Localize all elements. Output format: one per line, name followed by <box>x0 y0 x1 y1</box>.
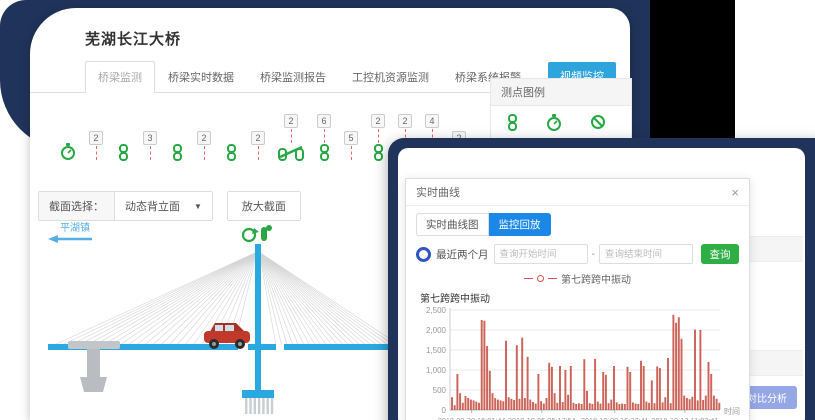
alarm-dash-icon <box>96 146 97 160</box>
secondary-window: 测点图例 温度 （9） 对比分析 对比分析 监测点列表 实时曲线 <box>388 138 815 420</box>
chain-sensor-icon <box>319 144 330 161</box>
chevron-down-icon: ▼ <box>194 202 202 211</box>
modal-tabs: 实时曲线图 监控回放 <box>416 213 739 236</box>
sensor-cell-stopwatch[interactable] <box>60 143 76 161</box>
sensor-cell-dash[interactable]: 2 <box>251 131 265 161</box>
realtime-curve-modal: 实时曲线 × 实时曲线图 监控回放 最近两个月 - 查 <box>405 178 750 420</box>
svg-text:时间: 时间 <box>724 406 740 416</box>
svg-text:2,500: 2,500 <box>426 306 447 315</box>
chain-sensor-icon <box>118 144 129 161</box>
svg-text:1,000: 1,000 <box>426 366 447 375</box>
bridge-tower <box>255 244 261 392</box>
recent-two-months-radio[interactable] <box>416 247 431 262</box>
alarm-dash-icon <box>378 129 379 143</box>
page-title: 芜湖长江大桥 <box>85 28 630 49</box>
chain-sensor-icon <box>507 114 518 131</box>
sensor-cell-dash[interactable]: 3 <box>143 131 157 161</box>
svg-text:1,500: 1,500 <box>426 346 447 355</box>
bearing-sensor-icon <box>278 144 304 161</box>
query-end-time-input[interactable] <box>599 244 693 264</box>
sensor-cell-chain[interactable] <box>224 144 238 161</box>
alarm-dash-icon <box>291 129 292 143</box>
alarm-dash-icon <box>150 146 151 160</box>
bridge-deck-right <box>284 344 402 350</box>
sensor-cell-chain[interactable] <box>116 144 130 161</box>
sensor-count-badge: 2 <box>197 131 210 145</box>
wind-sensor-icon <box>261 225 272 241</box>
sensor-cell-chain[interactable]: 2 <box>371 114 385 161</box>
legend-marker-icon <box>524 278 533 279</box>
modal-title: 实时曲线 <box>416 184 460 200</box>
legend-series-label: 第七跨跨中振动 <box>561 271 631 286</box>
main-tab-0[interactable]: 桥梁监测 <box>85 61 155 93</box>
legend-panel-icons <box>491 106 631 142</box>
vibration-chart: 0 500 1,000 1,500 2,000 2,500 2018-09-30 16:01… <box>416 305 748 420</box>
svg-text:2,000: 2,000 <box>426 326 447 335</box>
sensor-cell-dash[interactable]: 2 <box>197 131 211 161</box>
rotation-sensor-icon <box>243 228 259 241</box>
main-tab-1[interactable]: 桥梁实时数据 <box>155 61 247 93</box>
modal-body: 实时曲线图 监控回放 最近两个月 - 查询 <box>406 206 749 420</box>
modal-titlebar: 实时曲线 × <box>406 179 749 206</box>
screenshot-stage: 芜湖长江大桥 桥梁监测桥梁实时数据桥梁监测报告工控机资源监测桥梁系统报警视频监控… <box>0 0 815 420</box>
main-tab-3[interactable]: 工控机资源监测 <box>339 61 442 93</box>
tower-foundation <box>242 390 274 414</box>
svg-text:2018-09-30 16:01:44: 2018-09-30 16:01:44 <box>438 416 506 420</box>
bridge-schematic: 平湖镇 <box>30 216 402 420</box>
left-pier <box>68 341 120 392</box>
svg-text:2018-10-09 15:27:41: 2018-10-09 15:27:41 <box>581 416 649 420</box>
direction-arrow-icon <box>48 235 92 243</box>
sensor-count-badge: 6 <box>317 114 330 128</box>
sensor-count-badge: 2 <box>251 131 264 145</box>
sensor-count-badge: 2 <box>284 114 297 128</box>
sensor-count-badge: 2 <box>398 114 411 128</box>
stopwatch-icon <box>60 143 76 161</box>
main-tab-2[interactable]: 桥梁监测报告 <box>247 61 339 93</box>
sensor-count-badge: 3 <box>143 131 156 145</box>
sensor-cell-dash[interactable]: 5 <box>344 131 358 161</box>
legend-dot-icon <box>537 275 544 282</box>
chart-title: 第七跨跨中振动 <box>420 290 739 305</box>
sensor-count-badge: 2 <box>89 131 102 145</box>
chain-sensor-icon <box>226 144 237 161</box>
bridge-deck-mid <box>248 344 276 350</box>
alarm-dash-icon <box>324 129 325 143</box>
secondary-window-content: 测点图例 温度 （9） 对比分析 对比分析 监测点列表 实时曲线 <box>398 148 805 420</box>
svg-text:500: 500 <box>433 386 447 395</box>
close-icon[interactable]: × <box>731 186 739 199</box>
query-start-time-input[interactable] <box>494 244 588 264</box>
sensor-count-badge: 5 <box>344 131 357 145</box>
sensor-cell-dash[interactable]: 2 <box>89 131 103 161</box>
sensor-cell-chain[interactable]: 6 <box>317 114 331 161</box>
legend-panel-title: 测点图例 <box>491 79 631 106</box>
sensor-count-badge: 2 <box>371 114 384 128</box>
alarm-dash-icon <box>204 146 205 160</box>
recent-two-months-label: 最近两个月 <box>436 247 489 262</box>
svg-text:2018-10-05 05:17:54: 2018-10-05 05:17:54 <box>508 416 576 420</box>
direction-label: 平湖镇 <box>60 221 90 234</box>
svg-text:2018-10-13 11:03:41: 2018-10-13 11:03:41 <box>651 416 718 420</box>
section-select-value: 动态背立面 <box>125 198 180 214</box>
svg-text:0: 0 <box>442 406 447 415</box>
alarm-dash-icon <box>351 146 352 160</box>
stopwatch-icon <box>546 114 562 132</box>
chain-sensor-icon <box>172 144 183 161</box>
sensor-count-badge: 4 <box>425 114 438 128</box>
date-range-separator: - <box>592 248 596 260</box>
chart-legend[interactable]: 第七跨跨中振动 <box>416 271 739 286</box>
ban-icon <box>590 114 606 130</box>
black-backdrop <box>650 0 735 150</box>
sensor-cell-chain[interactable] <box>170 144 184 161</box>
sensor-cell-bearing[interactable]: 2 <box>278 114 304 161</box>
alarm-dash-icon <box>258 146 259 160</box>
query-row: 最近两个月 - 查询 <box>416 244 739 264</box>
tab-realtime-curve[interactable]: 实时曲线图 <box>416 213 489 236</box>
query-button[interactable]: 查询 <box>701 244 739 264</box>
chain-sensor-icon <box>373 144 384 161</box>
legend-panel: 测点图例 <box>490 78 632 143</box>
bridge-drawing: 平湖镇 <box>30 216 402 420</box>
tab-monitor-playback[interactable]: 监控回放 <box>489 213 551 236</box>
